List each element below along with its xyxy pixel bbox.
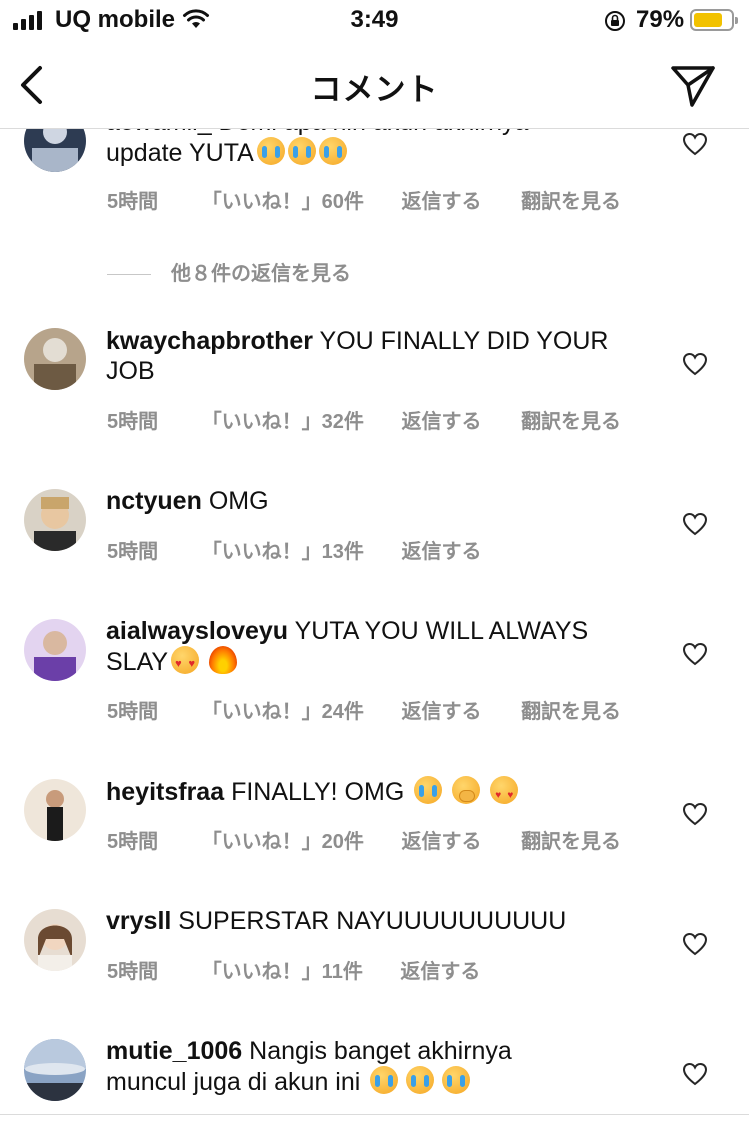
view-replies-button[interactable]: 他８件の返信を見る: [107, 257, 351, 286]
comment-text-line: update YUTA: [106, 139, 254, 167]
reply-button[interactable]: 返信する: [400, 955, 480, 984]
like-heart-icon[interactable]: [682, 512, 708, 536]
comment-username[interactable]: aialwaysloveyu: [106, 617, 288, 645]
heart-eyes-face-icon: [171, 646, 200, 679]
face-with-hand-over-mouth-icon: [452, 776, 481, 804]
orientation-lock-icon: [605, 11, 625, 31]
status-bar: UQ mobile 3:49 79%: [0, 0, 749, 44]
like-heart-icon[interactable]: [682, 932, 708, 956]
likes-count[interactable]: 「いいね！」13件: [202, 535, 364, 564]
likes-count[interactable]: 「いいね！」32件: [202, 405, 364, 434]
comment-text-line: YUTA YOU WILL ALWAYS: [294, 617, 589, 645]
comment-text: kwaychapbrother YOU FINALLY DID YOUR JOB: [106, 326, 646, 386]
comment-time: 5時間: [107, 411, 159, 433]
like-heart-icon[interactable]: [682, 352, 708, 376]
bottom-divider: [0, 1114, 749, 1115]
fire-icon: [209, 646, 238, 674]
reply-button[interactable]: 返信する: [402, 185, 482, 214]
avatar[interactable]: [24, 909, 86, 971]
loudly-crying-face-icon: [370, 1066, 399, 1094]
reply-button[interactable]: 返信する: [402, 825, 482, 854]
comment-meta: 5時間 「いいね！」32件 返信する 翻訳を見る: [107, 405, 621, 434]
comment-text-line: muncul juga di akun ini: [106, 1068, 361, 1096]
comment-username[interactable]: vrysll: [106, 907, 171, 935]
likes-count[interactable]: 「いいね！」20件: [202, 825, 364, 854]
comment-meta: 5時間 「いいね！」13件 返信する: [107, 535, 482, 564]
see-translation-button[interactable]: 翻訳を見る: [521, 825, 621, 854]
see-translation-button[interactable]: 翻訳を見る: [521, 185, 621, 214]
like-heart-icon[interactable]: [682, 132, 708, 156]
likes-count[interactable]: 「いいね！」24件: [202, 695, 364, 724]
avatar[interactable]: [24, 489, 86, 551]
comments-list[interactable]: aewamii_ Demi apa nih akun akhirnya upda…: [0, 0, 749, 1128]
divider-line: [107, 274, 151, 276]
comment-meta: 5時間 「いいね！」11件 返信する: [107, 955, 480, 984]
like-heart-icon[interactable]: [682, 642, 708, 666]
like-heart-icon[interactable]: [682, 1062, 708, 1086]
see-translation-button[interactable]: 翻訳を見る: [521, 405, 621, 434]
comment-text: heyitsfraa FINALLY! OMG: [106, 776, 646, 811]
avatar[interactable]: [24, 619, 86, 681]
likes-count[interactable]: 「いいね！」60件: [202, 185, 364, 214]
comment-text: mutie_1006 Nangis banget akhirnya muncul…: [106, 1036, 646, 1097]
comment-meta: 5時間 「いいね！」24件 返信する 翻訳を見る: [107, 695, 621, 724]
comment-time: 5時間: [107, 831, 159, 853]
loudly-crying-face-icon: [442, 1066, 471, 1094]
comment-text-line: Nangis banget akhirnya: [249, 1037, 512, 1065]
avatar[interactable]: [24, 1039, 86, 1101]
comment-text-line: FINALLY! OMG: [231, 778, 405, 806]
comment-text-line: OMG: [208, 487, 269, 515]
see-translation-button[interactable]: 翻訳を見る: [521, 695, 621, 724]
loudly-crying-face-icon: [287, 137, 316, 165]
reply-button[interactable]: 返信する: [402, 405, 482, 434]
comment-username[interactable]: mutie_1006: [106, 1037, 242, 1065]
page-title: コメント: [310, 72, 439, 107]
comment-text-line: JOB: [106, 357, 155, 385]
likes-count[interactable]: 「いいね！」11件: [202, 955, 363, 984]
like-heart-icon[interactable]: [682, 802, 708, 826]
comment-text: vrysll SUPERSTAR NAYUUUUUUUUUU: [106, 906, 646, 936]
comment-text-line: SLAY: [106, 648, 169, 676]
comment-meta: 5時間 「いいね！」60件 返信する 翻訳を見る: [107, 185, 621, 214]
paper-plane-icon[interactable]: [668, 61, 718, 111]
comment-username[interactable]: heyitsfraa: [106, 778, 224, 806]
comment-text-line: YOU FINALLY DID YOUR: [319, 327, 609, 355]
comment-time: 5時間: [107, 701, 159, 723]
navigation-bar: コメント: [0, 44, 749, 129]
battery-level: [694, 13, 722, 27]
view-replies-label: 他８件の返信を見る: [171, 263, 351, 285]
loudly-crying-face-icon: [406, 1066, 435, 1094]
comment-text-line: SUPERSTAR NAYUUUUUUUUUU: [178, 907, 567, 935]
comment-time: 5時間: [107, 541, 159, 563]
reply-button[interactable]: 返信する: [402, 535, 482, 564]
heart-eyes-cat-icon: [490, 776, 519, 811]
comment-username[interactable]: nctyuen: [106, 487, 202, 515]
reply-button[interactable]: 返信する: [402, 695, 482, 724]
comment-text: nctyuen OMG: [106, 486, 646, 516]
loudly-crying-face-icon: [414, 776, 443, 804]
comment-time: 5時間: [107, 961, 159, 983]
battery-icon: [690, 9, 738, 31]
loudly-crying-face-icon: [256, 137, 285, 165]
loudly-crying-face-icon: [318, 137, 347, 165]
avatar[interactable]: [24, 328, 86, 390]
comment-username[interactable]: kwaychapbrother: [106, 327, 313, 355]
battery-percentage: 79%: [636, 6, 685, 33]
comment-meta: 5時間 「いいね！」20件 返信する 翻訳を見る: [107, 825, 621, 854]
avatar[interactable]: [24, 779, 86, 841]
comment-text: aialwaysloveyu YUTA YOU WILL ALWAYS SLAY: [106, 616, 646, 679]
comment-time: 5時間: [107, 191, 159, 213]
